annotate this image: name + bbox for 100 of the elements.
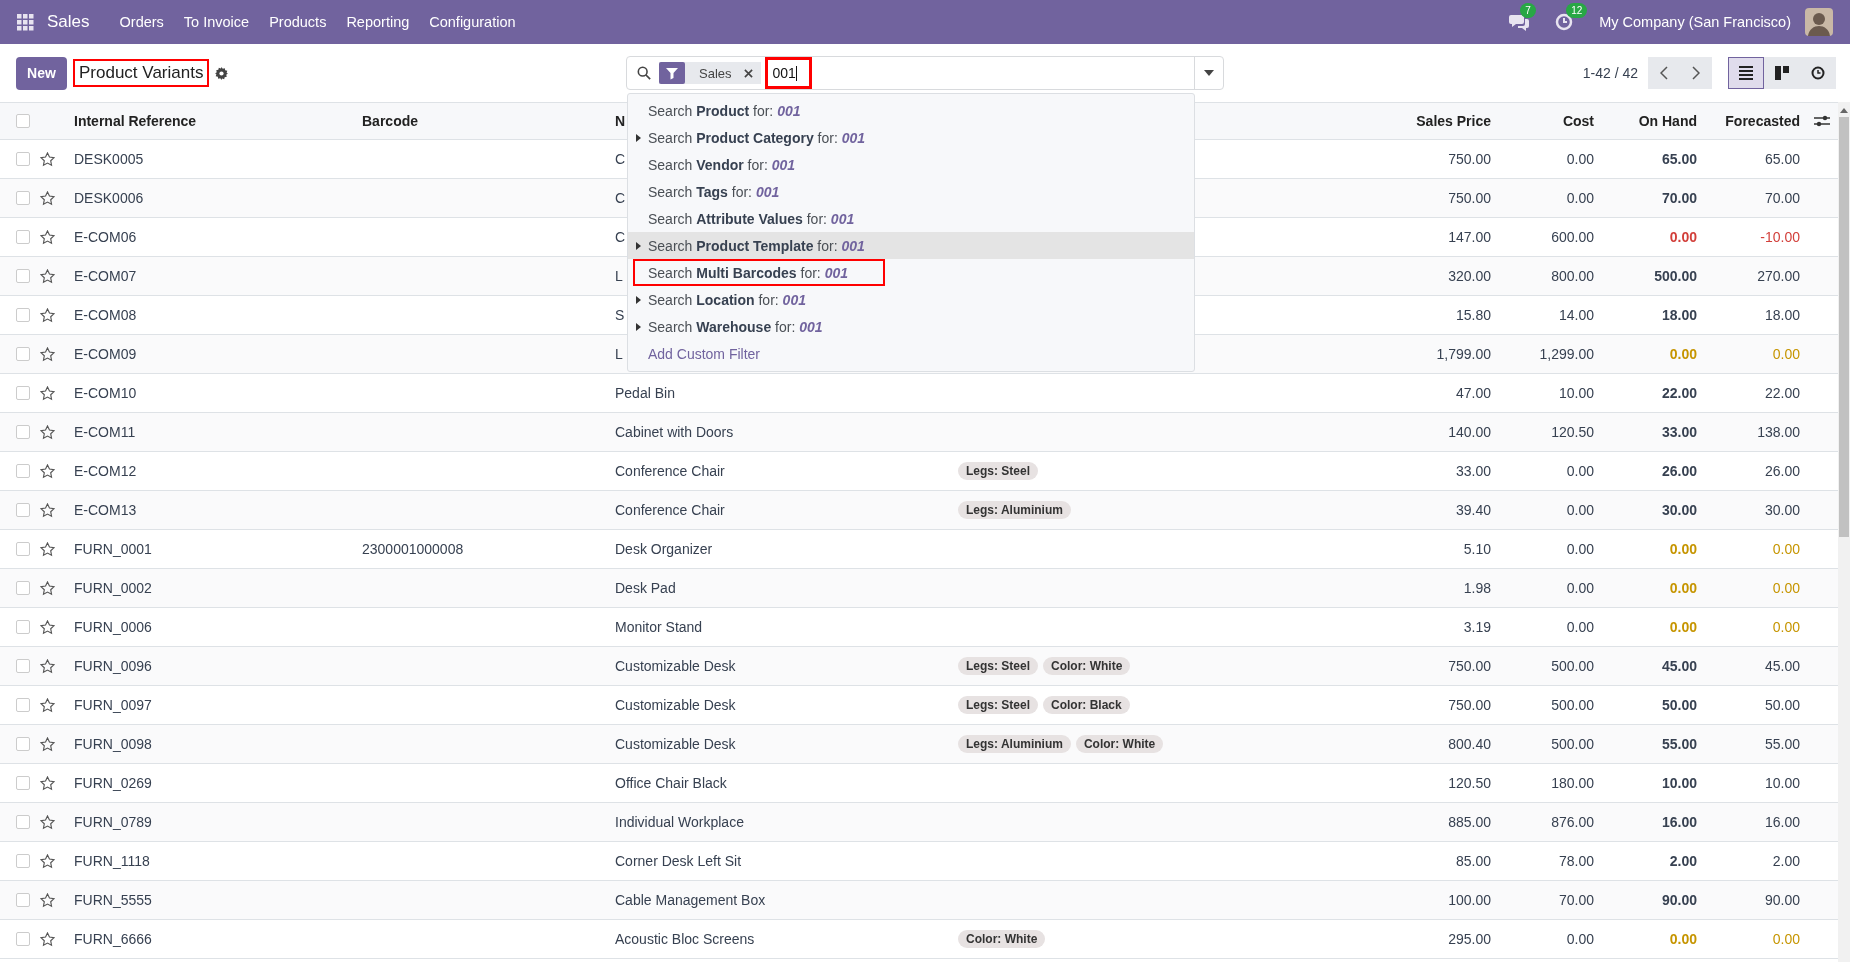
row-checkbox[interactable] (16, 152, 30, 166)
star-icon[interactable] (40, 424, 55, 440)
search-option[interactable]: Search Vendor for: 001 (628, 151, 1194, 178)
menu-item[interactable]: Products (259, 14, 337, 30)
expand-caret-icon[interactable] (635, 133, 641, 142)
star-icon[interactable] (40, 268, 55, 284)
star-icon[interactable] (40, 697, 55, 713)
close-icon[interactable] (743, 68, 753, 78)
view-switch-button[interactable] (1728, 57, 1764, 89)
sales-price: 140.00 (1448, 424, 1491, 440)
internal-reference: E-COM12 (74, 463, 137, 479)
forecasted-quantity: 50.00 (1764, 697, 1800, 713)
row-checkbox[interactable] (16, 815, 30, 829)
star-icon[interactable] (40, 385, 55, 401)
column-header[interactable]: Internal Reference (74, 113, 197, 129)
scrollbar[interactable] (1838, 102, 1850, 962)
search-option[interactable]: Search Product Template for: 001 (628, 232, 1194, 259)
row-checkbox[interactable] (16, 542, 30, 556)
expand-caret-icon[interactable] (635, 241, 641, 250)
star-icon[interactable] (40, 931, 55, 947)
row-checkbox[interactable] (16, 191, 30, 205)
star-icon[interactable] (40, 619, 55, 635)
row-checkbox[interactable] (16, 737, 30, 751)
column-header[interactable]: Cost (1562, 113, 1594, 129)
product-name: Cable Management Box (615, 892, 766, 908)
star-icon[interactable] (40, 346, 55, 362)
avatar[interactable] (1805, 8, 1833, 36)
star-icon[interactable] (40, 463, 55, 479)
row-checkbox[interactable] (16, 776, 30, 790)
menu-item[interactable]: Reporting (336, 14, 420, 30)
expand-caret-icon[interactable] (635, 295, 641, 304)
sales-price: 295.00 (1448, 931, 1491, 947)
search-option[interactable]: Search Attribute Values for: 001 (628, 205, 1194, 232)
scroll-up-icon[interactable] (1840, 108, 1848, 113)
star-icon[interactable] (40, 814, 55, 830)
row-checkbox[interactable] (16, 659, 30, 673)
chat-icon[interactable] (1509, 13, 1530, 31)
star-icon[interactable] (40, 775, 55, 791)
filter-icon (659, 62, 685, 84)
row-checkbox[interactable] (16, 893, 30, 907)
internal-reference: FURN_5555 (74, 892, 152, 908)
row-checkbox[interactable] (16, 932, 30, 946)
scrollbar-thumb[interactable] (1839, 117, 1849, 537)
sales-price: 320.00 (1448, 268, 1491, 284)
menu-item[interactable]: To Invoice (173, 14, 260, 30)
row-checkbox[interactable] (16, 503, 30, 517)
menu-item[interactable]: Orders (109, 14, 174, 30)
search-icon[interactable] (637, 66, 651, 80)
product-name: C (615, 190, 626, 206)
row-checkbox[interactable] (16, 620, 30, 634)
column-header[interactable]: Sales Price (1416, 113, 1491, 129)
column-header[interactable]: N (615, 113, 626, 129)
star-icon[interactable] (40, 502, 55, 518)
row-checkbox[interactable] (16, 698, 30, 712)
search-option[interactable]: Search Warehouse for: 001 (628, 313, 1194, 340)
star-icon[interactable] (40, 541, 55, 557)
search-field[interactable]: Sales 001 (626, 56, 1224, 90)
star-icon[interactable] (40, 580, 55, 596)
pager-value[interactable]: 1-42 / 42 (1582, 65, 1638, 81)
row-checkbox[interactable] (16, 464, 30, 478)
view-switch-button[interactable] (1764, 57, 1800, 89)
search-option[interactable]: Search Product for: 001 (628, 97, 1194, 124)
caret-icon[interactable] (1204, 70, 1214, 76)
menu-item[interactable]: Configuration (419, 14, 526, 30)
app-name[interactable]: Sales (47, 12, 90, 32)
sliders-icon[interactable] (1814, 114, 1830, 128)
row-checkbox[interactable] (16, 269, 30, 283)
row-checkbox[interactable] (16, 347, 30, 361)
row-checkbox[interactable] (16, 308, 30, 322)
star-icon[interactable] (40, 190, 55, 206)
gear-icon[interactable] (215, 66, 229, 80)
column-header[interactable]: Barcode (362, 113, 419, 129)
row-checkbox[interactable] (16, 425, 30, 439)
search-option[interactable]: Search Location for: 001 (628, 286, 1194, 313)
search-option[interactable]: Search Multi Barcodes for: 001 (633, 259, 885, 286)
column-header[interactable]: Forecasted (1725, 113, 1800, 129)
select-all-checkbox[interactable] (16, 114, 30, 128)
add-custom-filter-link[interactable]: Add Custom Filter (648, 345, 761, 362)
star-icon[interactable] (40, 229, 55, 245)
star-icon[interactable] (40, 853, 55, 869)
product-name: Desk Pad (615, 580, 676, 596)
search-input[interactable]: 001 (764, 57, 812, 89)
view-switch-button[interactable] (1800, 57, 1836, 89)
row-checkbox[interactable] (16, 230, 30, 244)
search-option[interactable]: Search Product Category for: 001 (628, 124, 1194, 151)
star-icon[interactable] (40, 658, 55, 674)
star-icon[interactable] (40, 151, 55, 167)
clock-icon[interactable] (1555, 13, 1574, 31)
new-button[interactable]: New (16, 56, 67, 90)
row-checkbox[interactable] (16, 581, 30, 595)
expand-caret-icon[interactable] (635, 322, 641, 331)
row-checkbox[interactable] (16, 386, 30, 400)
star-icon[interactable] (40, 307, 55, 323)
star-icon[interactable] (40, 736, 55, 752)
star-icon[interactable] (40, 892, 55, 908)
search-option[interactable]: Search Tags for: 001 (628, 178, 1194, 205)
apps-menu-icon[interactable] (17, 13, 34, 31)
column-header[interactable]: On Hand (1638, 113, 1697, 129)
company-switcher[interactable]: My Company (San Francisco) (1599, 14, 1791, 30)
row-checkbox[interactable] (16, 854, 30, 868)
